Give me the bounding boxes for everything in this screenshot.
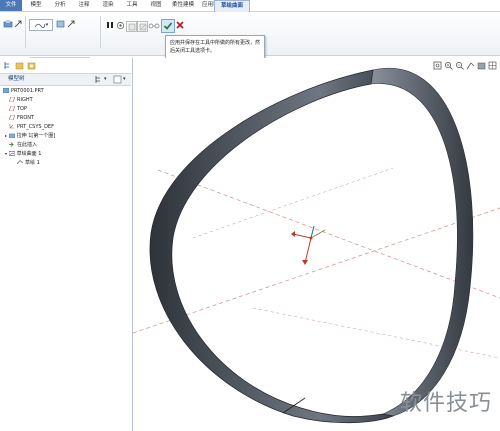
model-tree-panel: 模型树 ▾ ▾ PRT0001.PRT RIGHT TOP FRONT PRT_… — [0, 58, 133, 431]
confirm-button[interactable] — [161, 19, 175, 33]
verify-button[interactable] — [126, 21, 137, 32]
change-direction-button[interactable] — [14, 20, 23, 29]
expand-arrow-icon: ▾ — [5, 151, 8, 156]
chevron-down-icon: ▾ — [45, 22, 49, 28]
insert-here-icon — [9, 142, 14, 147]
model-tree-tab[interactable] — [3, 61, 12, 70]
refit-button[interactable] — [432, 60, 442, 70]
close-icon — [176, 21, 184, 29]
extrude-icon — [8, 133, 15, 138]
show-icon — [113, 75, 122, 84]
sketch-icon — [17, 160, 23, 165]
pause-icon — [107, 22, 113, 28]
tree-item-extrude[interactable]: ▸ 拉伸 1[第一个圈] — [5, 132, 55, 140]
sketch-icon — [34, 23, 46, 28]
folder-tab[interactable] — [15, 61, 24, 70]
glasses-icon — [148, 23, 160, 29]
pause-button[interactable] — [106, 21, 114, 29]
menu-tab-sketch-surface[interactable]: 草绘曲面 — [214, 0, 250, 12]
saved-views-button[interactable] — [487, 60, 497, 70]
menu-tab-model[interactable]: 模型 — [26, 0, 46, 11]
datum-plane-icon — [9, 106, 15, 111]
tree-item-part[interactable]: PRT0001.PRT — [3, 87, 44, 95]
tree-item-sketch-surface[interactable]: ▾ 草绘曲面 1 — [5, 150, 41, 158]
tree-item-csys[interactable]: PRT_CSYS_DEF — [9, 123, 54, 131]
preview-label-button[interactable] — [148, 21, 160, 30]
tree-item-insert-here[interactable]: 在此插入 — [9, 141, 37, 149]
star-icon — [27, 62, 36, 70]
graphics-area[interactable] — [133, 58, 500, 431]
ribbon-separator — [100, 16, 101, 48]
folder-icon — [15, 62, 24, 70]
chevron-down-icon: ▾ — [104, 76, 107, 82]
saved-views-icon — [488, 61, 496, 69]
tree-icon — [4, 62, 9, 69]
model-tree-title: 模型树 — [8, 76, 25, 82]
datum-line — [192, 167, 394, 239]
zoom-in-button[interactable] — [443, 60, 453, 70]
zoom-out-button[interactable] — [454, 60, 464, 70]
display-style-button[interactable] — [476, 60, 486, 70]
part-icon — [3, 88, 9, 93]
ring-model[interactable] — [149, 67, 474, 424]
tree-settings-icon — [95, 76, 100, 83]
flip-direction-icon — [14, 20, 22, 28]
preview-button[interactable] — [116, 21, 125, 30]
show-button[interactable] — [113, 75, 122, 84]
surface-type-button[interactable] — [3, 19, 13, 29]
ribbon-separator — [25, 16, 26, 48]
menu-tab-render[interactable]: 渲染 — [98, 0, 118, 11]
geometry-icon — [139, 23, 146, 30]
cancel-button[interactable] — [175, 20, 185, 30]
tree-item-front[interactable]: FRONT — [9, 114, 34, 122]
menu-tab-tools[interactable]: 工具 — [122, 0, 142, 11]
sketch-selector[interactable]: ▾ — [29, 19, 53, 31]
flip-direction-icon — [67, 20, 75, 28]
preview-icon — [116, 21, 125, 30]
surface-icon — [3, 20, 13, 28]
thicken-icon — [56, 20, 65, 28]
refit-icon — [433, 61, 441, 69]
datum-line — [133, 207, 500, 334]
chevron-down-icon: ▾ — [123, 76, 126, 82]
zoom-in-icon — [444, 61, 453, 70]
expand-arrow-icon: ▸ — [5, 133, 8, 138]
menu-tab-view[interactable]: 视图 — [146, 0, 166, 11]
watermark-text: 软件技巧 — [399, 391, 492, 416]
menu-tab-file[interactable]: 文件 — [0, 0, 22, 11]
tree-item-right[interactable]: RIGHT — [9, 96, 33, 104]
thicken-button[interactable] — [56, 19, 66, 29]
csys-triad — [291, 225, 326, 265]
verify-icon — [128, 23, 135, 30]
attached-geometry-button[interactable] — [137, 21, 148, 32]
checkmark-icon — [163, 22, 173, 30]
display-style-icon — [477, 62, 485, 69]
flip-thickness-button[interactable] — [67, 20, 76, 29]
menu-tab-annotate[interactable]: 注释 — [74, 0, 94, 11]
viewport-canvas — [133, 67, 500, 424]
tree-item-top[interactable]: TOP — [9, 105, 27, 113]
datum-plane-icon — [9, 97, 15, 102]
datum-plane-icon — [9, 115, 15, 120]
favorites-tab[interactable] — [27, 61, 36, 70]
menu-tab-analysis[interactable]: 分析 — [50, 0, 70, 11]
repaint-button[interactable] — [465, 60, 475, 70]
datum-line — [157, 169, 500, 299]
tree-settings-button[interactable] — [94, 75, 103, 84]
csys-icon — [9, 124, 14, 129]
menu-tab-flexible-modeling[interactable]: 柔性建模 — [170, 0, 196, 11]
model-tree-header: 模型树 ▾ ▾ — [0, 73, 131, 86]
menu-bar: 文件 模型 分析 注释 渲染 工具 视图 柔性建模 应用程序 草绘曲面 — [0, 0, 500, 12]
sketch-surface-icon — [8, 151, 15, 156]
tree-item-sketch[interactable]: 草绘 1 — [17, 159, 40, 167]
zoom-out-icon — [455, 61, 464, 70]
repaint-icon — [466, 61, 474, 69]
